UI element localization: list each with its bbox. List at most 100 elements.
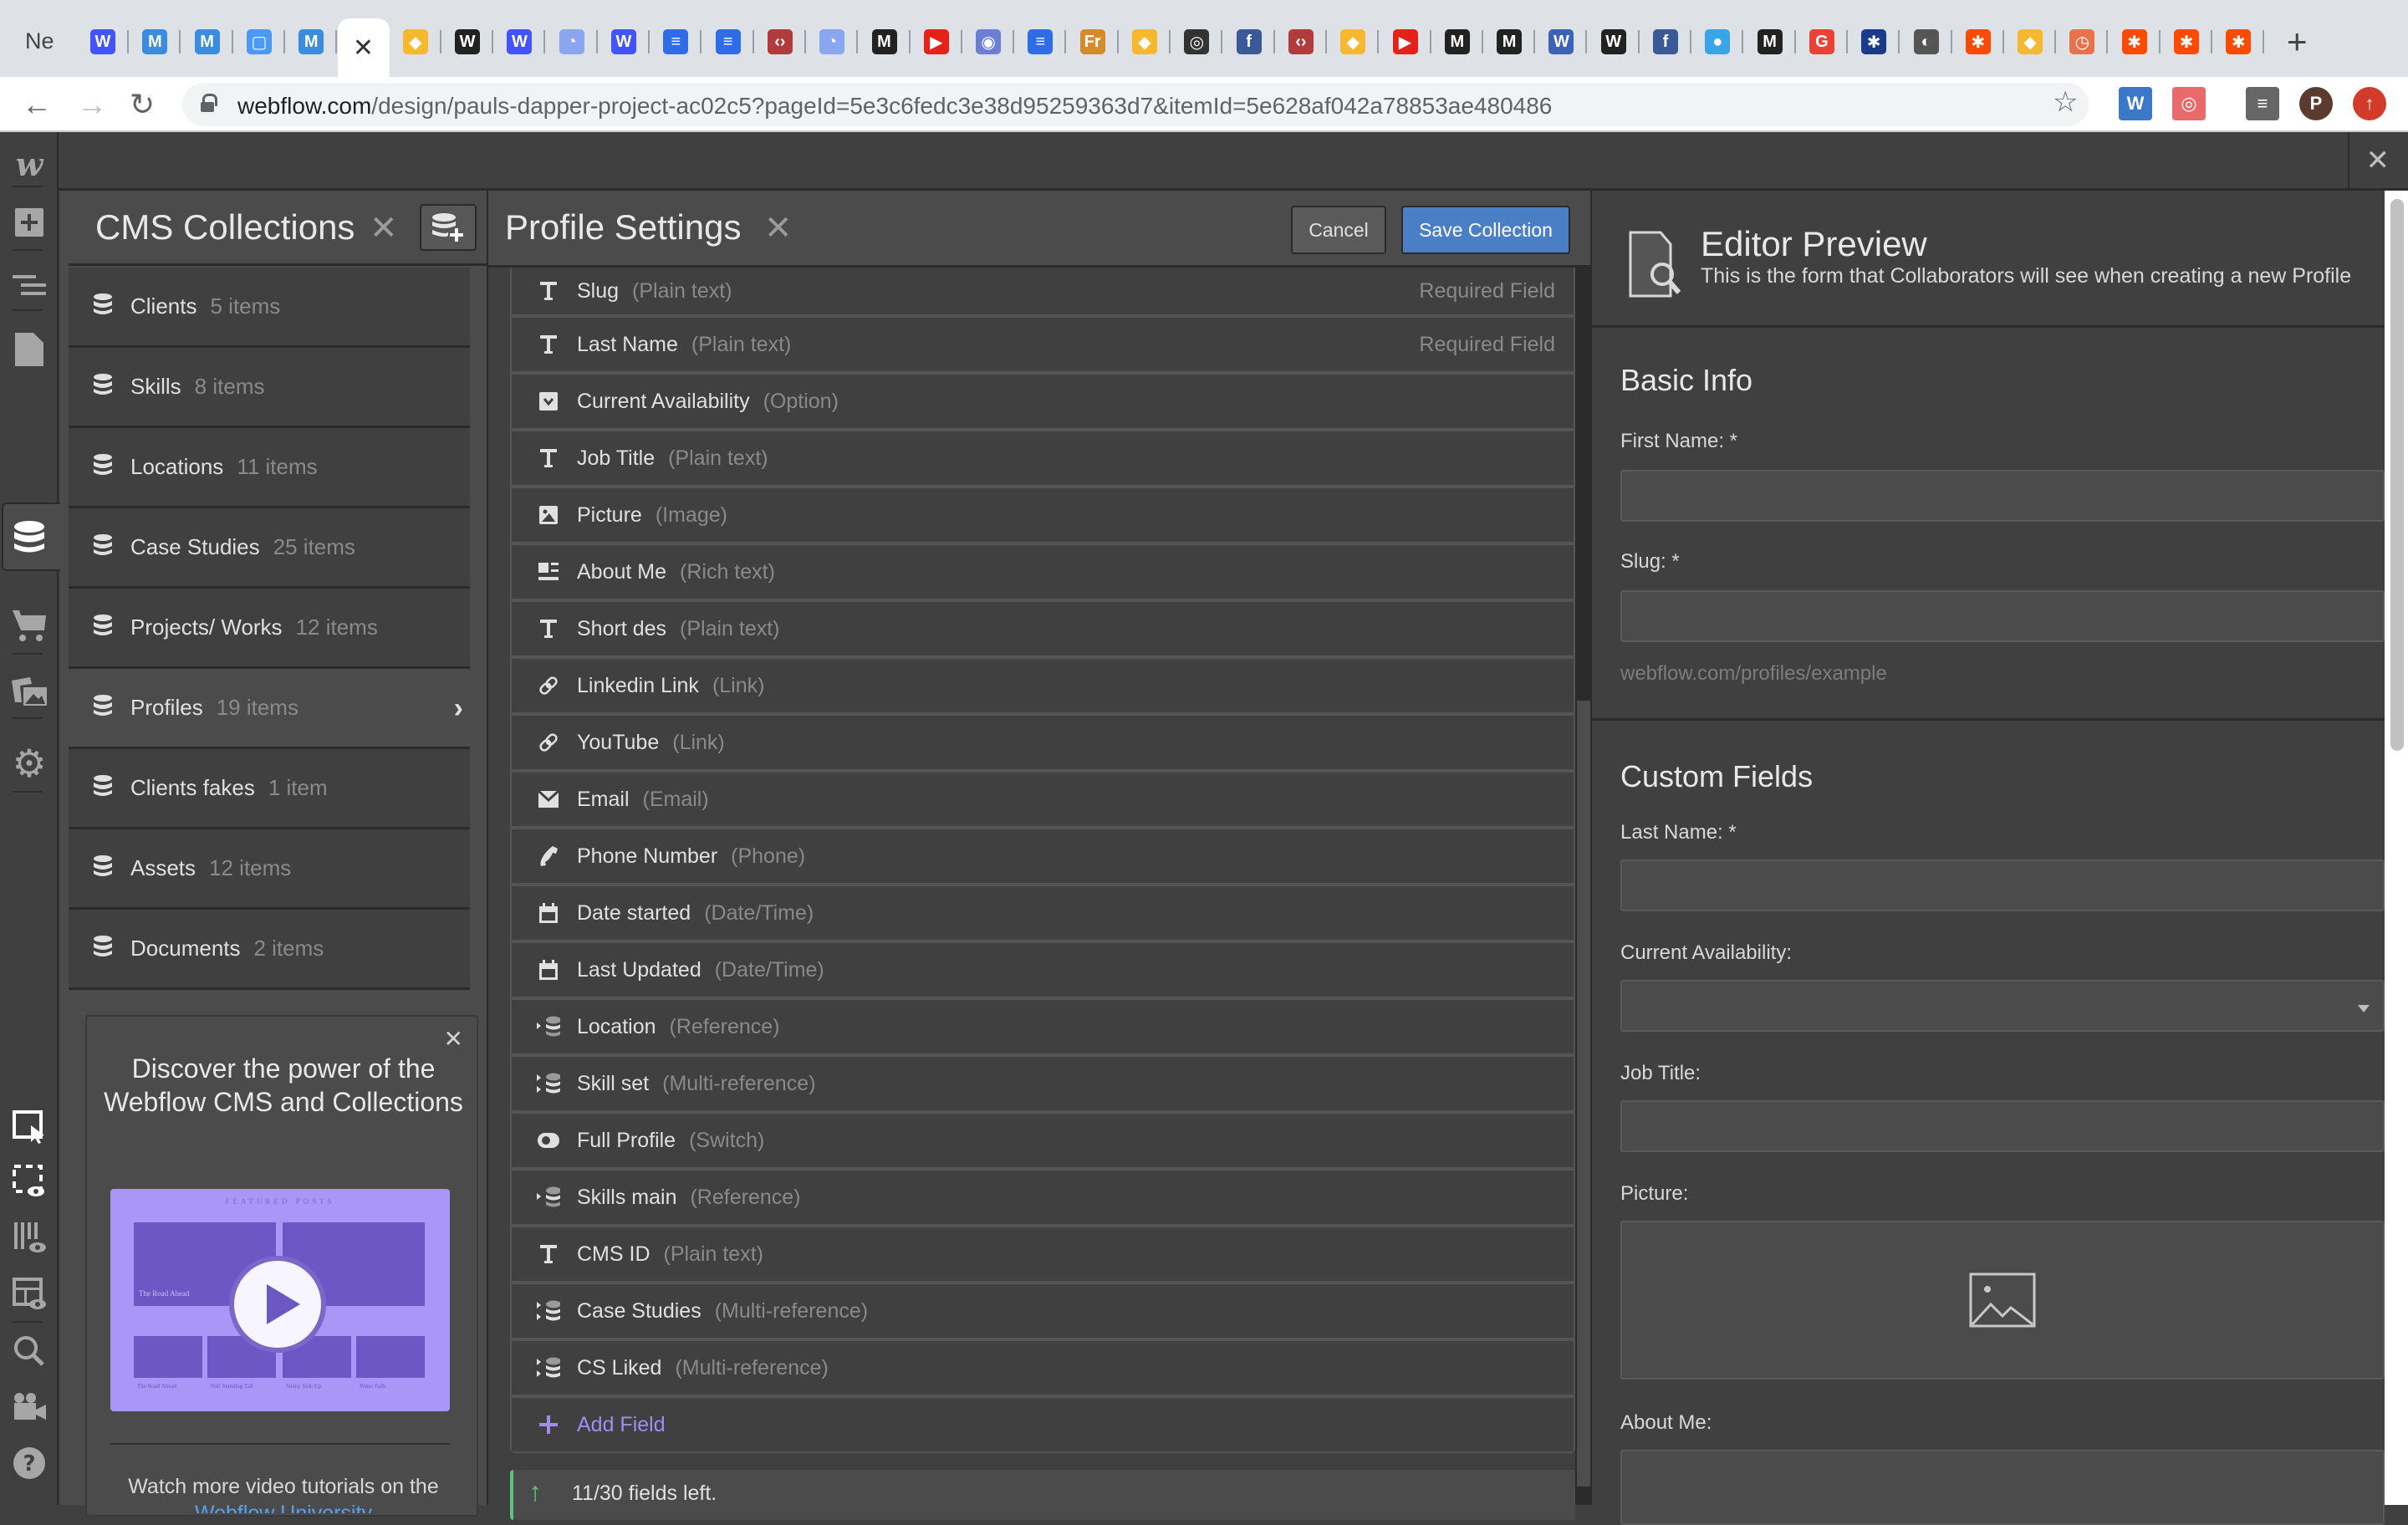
browser-tab[interactable]: W	[1535, 18, 1588, 65]
browser-tab[interactable]: ●	[1691, 18, 1744, 65]
collection-item[interactable]: Clients 5 items	[69, 268, 470, 348]
last-name-input[interactable]	[1620, 859, 2385, 911]
ecommerce-cart-icon[interactable]	[0, 600, 59, 650]
close-icon[interactable]: ✕	[370, 209, 398, 247]
select-element-icon[interactable]	[0, 1102, 59, 1152]
search-icon[interactable]	[0, 1326, 59, 1376]
browser-tab[interactable]: W	[441, 18, 494, 65]
update-icon[interactable]: ↑	[2353, 87, 2386, 120]
browser-tab[interactable]: ✱	[1848, 18, 1900, 65]
browser-tab[interactable]: G	[1796, 18, 1848, 65]
preview-scrollbar-thumb[interactable]	[2390, 199, 2404, 751]
browser-tab[interactable]: M	[285, 18, 338, 65]
tab-new[interactable]: Ne	[25, 28, 54, 54]
collection-item[interactable]: Case Studies 25 items	[69, 508, 470, 589]
scrollbar-thumb[interactable]	[1577, 701, 1590, 1487]
assets-icon[interactable]	[0, 667, 59, 717]
settings-gear-icon[interactable]: ⚙	[0, 738, 59, 788]
browser-tab[interactable]: W	[77, 18, 129, 65]
first-name-input[interactable]	[1620, 470, 2385, 522]
add-collection-button[interactable]	[420, 204, 477, 251]
navigator-icon[interactable]	[0, 260, 59, 310]
collection-item[interactable]: Projects/ Works 12 items	[69, 589, 470, 669]
browser-tab[interactable]: ◆	[1119, 18, 1171, 65]
field-row[interactable]: Job Title (Plain text)	[512, 431, 1574, 485]
back-button[interactable]: ←	[22, 87, 52, 122]
collection-item[interactable]: Documents 2 items	[69, 910, 470, 990]
pages-icon[interactable]	[0, 324, 59, 375]
browser-tab[interactable]: Fr	[1067, 18, 1119, 65]
field-row[interactable]: Phone Number (Phone)	[512, 829, 1574, 883]
browser-tab[interactable]: W	[1588, 18, 1640, 65]
browser-tab[interactable]: ▶	[911, 18, 962, 65]
audit-icon[interactable]	[0, 1212, 59, 1262]
video-tutorial-icon[interactable]	[0, 1382, 59, 1432]
browser-tab[interactable]: M	[181, 18, 233, 65]
browser-tab[interactable]: ◎	[1171, 18, 1223, 65]
field-row[interactable]: Last Updated (Date/Time)	[512, 943, 1574, 997]
field-row[interactable]: Slug (Plain text) Required Field	[512, 268, 1574, 314]
availability-select[interactable]	[1620, 980, 2385, 1032]
field-row[interactable]: CMS ID (Plain text)	[512, 1227, 1574, 1281]
close-tab-icon[interactable]: ✕	[353, 33, 374, 63]
avatar-icon[interactable]: P	[2299, 87, 2333, 120]
field-row[interactable]: YouTube (Link)	[512, 716, 1574, 769]
webflow-logo-icon[interactable]: w	[0, 139, 59, 189]
browser-tab[interactable]: M	[859, 18, 911, 65]
collection-item[interactable]: Profiles 19 items ›	[69, 669, 470, 749]
browser-tab[interactable]: ◆	[1327, 18, 1380, 65]
browser-tab[interactable]: M	[1483, 18, 1536, 65]
tutorial-video-thumbnail[interactable]: FEATURED POSTS The Road Ahead Down The R…	[110, 1189, 450, 1411]
forward-button[interactable]: →	[77, 87, 107, 122]
browser-tab[interactable]: ≡	[702, 18, 754, 65]
browser-tab[interactable]: ◆	[390, 18, 441, 65]
slug-input[interactable]	[1620, 590, 2385, 642]
add-field-button[interactable]: Add Field	[512, 1398, 1574, 1451]
browser-tab[interactable]: ≡	[650, 18, 702, 65]
new-tab-button[interactable]: +	[2287, 22, 2308, 62]
field-row[interactable]: Linkedin Link (Link)	[512, 659, 1574, 712]
browser-tab[interactable]: ≡	[1014, 18, 1067, 65]
collection-item[interactable]: Assets 12 items	[69, 829, 470, 910]
url-field[interactable]: webflow.com/design/pauls-dapper-project-…	[182, 83, 2089, 126]
browser-tab[interactable]: ▶	[1380, 18, 1431, 65]
browser-tab[interactable]: M	[129, 18, 181, 65]
field-row[interactable]: About Me (Rich text)	[512, 545, 1574, 599]
browser-tab[interactable]: W	[598, 18, 650, 65]
browser-tab[interactable]: ✱	[2109, 18, 2161, 65]
browser-tab[interactable]: M	[1431, 18, 1483, 65]
media-icon[interactable]: ≡	[2246, 87, 2279, 120]
help-icon[interactable]: ?	[0, 1438, 59, 1488]
cancel-button[interactable]: Cancel	[1291, 206, 1386, 254]
browser-tab[interactable]: ✱	[1952, 18, 2004, 65]
field-row[interactable]: Case Studies (Multi-reference)	[512, 1284, 1574, 1338]
field-row[interactable]: Last Name (Plain text) Required Field	[512, 318, 1574, 371]
browser-tab[interactable]: ◐	[1900, 18, 1952, 65]
template-preview-icon[interactable]	[0, 1269, 59, 1319]
cms-icon[interactable]	[0, 513, 59, 563]
close-icon[interactable]: ✕	[764, 209, 793, 247]
spiral-ext-icon[interactable]: ◎	[2172, 87, 2206, 120]
field-row[interactable]: Date started (Date/Time)	[512, 886, 1574, 940]
bookmark-star-icon[interactable]: ☆	[2053, 85, 2078, 119]
browser-tab[interactable]: ‹›	[754, 18, 806, 65]
field-row[interactable]: Skills main (Reference)	[512, 1171, 1574, 1224]
save-collection-button[interactable]: Save Collection	[1401, 206, 1570, 254]
browser-tab[interactable]: ▢	[233, 18, 285, 65]
about-me-editor[interactable]	[1620, 1450, 2385, 1525]
browser-tab[interactable]: ✕	[337, 18, 390, 77]
webflow-ext-icon[interactable]: W	[2119, 87, 2152, 120]
browser-tab[interactable]: f	[1640, 18, 1691, 65]
browser-tab[interactable]: ◉	[962, 18, 1015, 65]
collection-item[interactable]: Clients fakes 1 item	[69, 749, 470, 829]
field-row[interactable]: Picture (Image)	[512, 488, 1574, 542]
play-icon[interactable]	[229, 1256, 326, 1353]
browser-tab[interactable]: ◔	[546, 18, 598, 65]
browser-tab[interactable]: ‹›	[1275, 18, 1327, 65]
webflow-university-link[interactable]: Webflow University	[104, 1502, 463, 1513]
browser-tab[interactable]: ◷	[2056, 18, 2109, 65]
field-row[interactable]: Skill set (Multi-reference)	[512, 1057, 1574, 1110]
browser-tab[interactable]: ✱	[2212, 18, 2265, 65]
reload-button[interactable]: ↻	[130, 87, 155, 122]
browser-tab[interactable]: M	[1744, 18, 1796, 65]
